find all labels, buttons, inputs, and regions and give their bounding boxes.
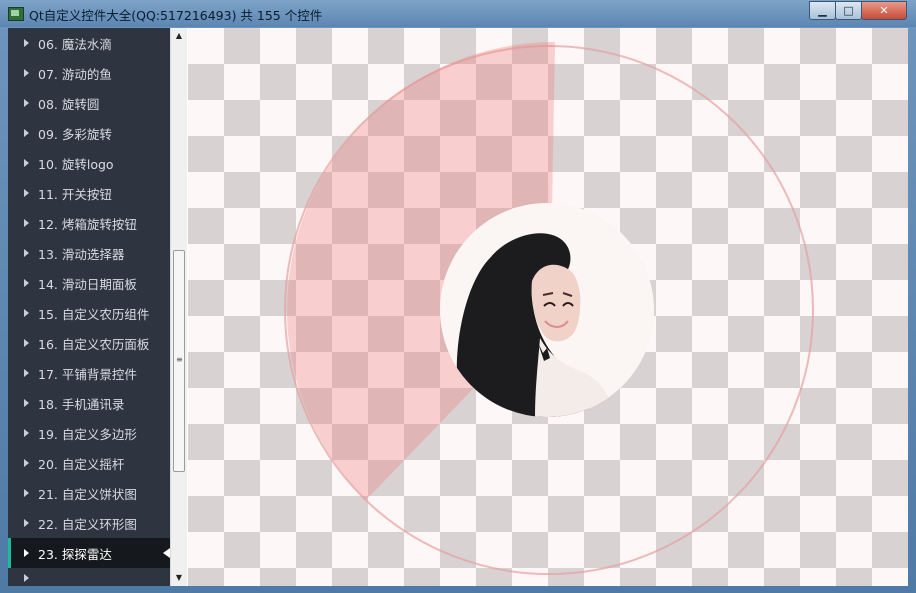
triangle-right-icon (24, 574, 29, 582)
sidebar-item[interactable]: 16. 自定义农历面板 (8, 328, 170, 358)
sidebar-item-partial[interactable] (8, 568, 170, 586)
triangle-right-icon (24, 549, 29, 557)
sidebar-item-label: 10. 旋转logo (38, 156, 114, 172)
sidebar-item-label: 16. 自定义农历面板 (38, 336, 150, 352)
sidebar-item[interactable]: 22. 自定义环形图 (8, 508, 170, 538)
sidebar-item-label: 08. 旋转圆 (38, 96, 100, 112)
triangle-right-icon (24, 249, 29, 257)
triangle-right-icon (24, 129, 29, 137)
triangle-right-icon (24, 369, 29, 377)
sidebar-item-label: 23. 探探雷达 (38, 546, 112, 562)
sidebar-item[interactable]: 12. 烤箱旋转按钮 (8, 208, 170, 238)
maximize-button[interactable]: □ (835, 1, 862, 20)
sidebar-item-label: 17. 平铺背景控件 (38, 366, 137, 382)
sidebar-item-label: 11. 开关按钮 (38, 186, 112, 202)
title-bar[interactable]: Qt自定义控件大全(QQ:517216493) 共 155 个控件 ▁ □ ✕ (0, 0, 916, 27)
sidebar-item[interactable]: 06. 魔法水滴 (8, 28, 170, 58)
sidebar-item[interactable]: 09. 多彩旋转 (8, 118, 170, 148)
sidebar-item[interactable]: 23. 探探雷达 (8, 538, 170, 568)
sidebar-item-label: 20. 自定义摇杆 (38, 456, 125, 472)
app-icon (8, 7, 24, 21)
triangle-right-icon (24, 519, 29, 527)
triangle-right-icon (24, 69, 29, 77)
sidebar-item[interactable]: 14. 滑动日期面板 (8, 268, 170, 298)
sidebar-item-label: 18. 手机通讯录 (38, 396, 125, 412)
sidebar-item-label: 19. 自定义多边形 (38, 426, 137, 442)
triangle-right-icon (24, 339, 29, 347)
sidebar-item[interactable]: 13. 滑动选择器 (8, 238, 170, 268)
app-window: Qt自定义控件大全(QQ:517216493) 共 155 个控件 ▁ □ ✕ … (0, 0, 916, 593)
sidebar-item[interactable]: 11. 开关按钮 (8, 178, 170, 208)
triangle-right-icon (24, 159, 29, 167)
triangle-right-icon (24, 429, 29, 437)
sidebar-item[interactable]: 15. 自定义农历组件 (8, 298, 170, 328)
sidebar-item-label: 21. 自定义饼状图 (38, 486, 137, 502)
sidebar-item[interactable]: 19. 自定义多边形 (8, 418, 170, 448)
triangle-right-icon (24, 99, 29, 107)
scroll-up-arrow-icon[interactable]: ▲ (171, 28, 187, 44)
sidebar-item[interactable]: 20. 自定义摇杆 (8, 448, 170, 478)
sidebar-item[interactable]: 18. 手机通讯录 (8, 388, 170, 418)
active-indicator-bar (8, 538, 11, 568)
sidebar-item-label: 22. 自定义环形图 (38, 516, 137, 532)
sidebar-item-label: 12. 烤箱旋转按钮 (38, 216, 137, 232)
radar-preview (188, 28, 908, 586)
triangle-right-icon (24, 39, 29, 47)
triangle-right-icon (24, 279, 29, 287)
sidebar-item[interactable]: 07. 游动的鱼 (8, 58, 170, 88)
triangle-right-icon (24, 309, 29, 317)
grip-icon: ≡ (176, 355, 183, 364)
scroll-down-arrow-icon[interactable]: ▼ (171, 570, 187, 586)
sidebar-item-label: 09. 多彩旋转 (38, 126, 112, 142)
sidebar-item-label: 13. 滑动选择器 (38, 246, 125, 262)
scrollbar-thumb[interactable]: ≡ (173, 250, 185, 472)
triangle-left-icon (163, 548, 170, 558)
triangle-right-icon (24, 219, 29, 227)
triangle-right-icon (24, 399, 29, 407)
sidebar-item-label: 06. 魔法水滴 (38, 36, 112, 52)
avatar-photo (440, 203, 654, 417)
triangle-right-icon (24, 189, 29, 197)
sidebar-item-label: 07. 游动的鱼 (38, 66, 112, 82)
minimize-button[interactable]: ▁ (809, 1, 836, 20)
triangle-right-icon (24, 459, 29, 467)
list-scrollbar[interactable]: ▲ ≡ ▼ (170, 28, 187, 586)
sidebar-item[interactable]: 08. 旋转圆 (8, 88, 170, 118)
sidebar-item[interactable]: 17. 平铺背景控件 (8, 358, 170, 388)
sidebar-item[interactable]: 10. 旋转logo (8, 148, 170, 178)
sidebar-item[interactable]: 21. 自定义饼状图 (8, 478, 170, 508)
triangle-right-icon (24, 489, 29, 497)
client-area: 06. 魔法水滴 07. 游动的鱼 08. 旋转圆 09. 多彩旋转 10. 旋转log… (8, 28, 908, 586)
close-button[interactable]: ✕ (861, 1, 907, 20)
window-title: Qt自定义控件大全(QQ:517216493) 共 155 个控件 (29, 8, 323, 23)
sidebar-item-label: 14. 滑动日期面板 (38, 276, 137, 292)
sidebar-item-label: 15. 自定义农历组件 (38, 306, 150, 322)
control-list: 06. 魔法水滴 07. 游动的鱼 08. 旋转圆 09. 多彩旋转 10. 旋转log… (8, 28, 170, 586)
